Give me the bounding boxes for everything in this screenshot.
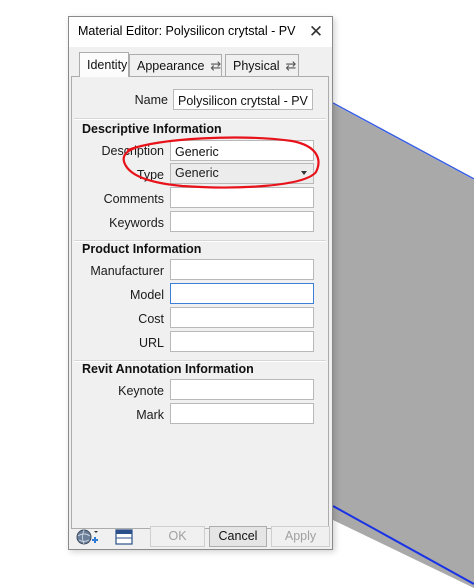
identity-panel: Name Descriptive Information Description… bbox=[71, 76, 329, 529]
tab-identity[interactable]: Identity bbox=[79, 52, 129, 77]
product-section-title: Product Information bbox=[82, 242, 202, 256]
revit-section-title: Revit Annotation Information bbox=[82, 362, 254, 376]
swap-icon: ⇄ bbox=[285, 58, 297, 73]
comments-label: Comments bbox=[103, 192, 164, 206]
panel-layout-icon[interactable] bbox=[115, 527, 133, 547]
url-field[interactable] bbox=[170, 331, 314, 352]
apply-button[interactable]: Apply bbox=[271, 526, 330, 547]
comments-field[interactable] bbox=[170, 187, 314, 208]
tab-appearance[interactable]: Appearance ⇄ bbox=[129, 54, 222, 76]
keynote-field[interactable] bbox=[170, 379, 314, 400]
chevron-down-icon bbox=[301, 171, 307, 175]
close-button[interactable]: ✕ bbox=[300, 17, 332, 47]
manufacturer-field[interactable] bbox=[170, 259, 314, 280]
mark-field[interactable] bbox=[170, 403, 314, 424]
type-label: Type bbox=[136, 168, 164, 182]
model-label: Model bbox=[129, 288, 164, 302]
manufacturer-label: Manufacturer bbox=[90, 264, 164, 278]
solid-box-face bbox=[333, 104, 474, 588]
tab-identity-label: Identity bbox=[87, 58, 128, 72]
tab-appearance-label: Appearance bbox=[137, 59, 205, 73]
divider bbox=[74, 118, 326, 120]
descriptive-section-title: Descriptive Information bbox=[82, 122, 222, 136]
window-title: Material Editor: Polysilicon crytstal - … bbox=[78, 24, 296, 38]
type-dropdown-value: Generic bbox=[175, 166, 219, 180]
name-field[interactable] bbox=[173, 89, 313, 110]
tab-physical[interactable]: Physical ⇄ bbox=[225, 54, 299, 76]
keynote-label: Keynote bbox=[118, 384, 164, 398]
mark-label: Mark bbox=[136, 408, 164, 422]
swap-icon: ⇄ bbox=[210, 58, 222, 73]
url-label: URL bbox=[138, 336, 164, 350]
description-label: Description bbox=[101, 144, 164, 158]
keywords-field[interactable] bbox=[170, 211, 314, 232]
cost-field[interactable] bbox=[170, 307, 314, 328]
material-editor-dialog: Material Editor: Polysilicon crytstal - … bbox=[68, 16, 333, 550]
tab-physical-label: Physical bbox=[233, 59, 280, 73]
cost-label: Cost bbox=[138, 312, 164, 326]
description-field[interactable] bbox=[170, 140, 314, 161]
bottom-bar: OK Cancel Apply bbox=[69, 525, 332, 549]
keywords-label: Keywords bbox=[109, 216, 164, 230]
name-label: Name bbox=[134, 93, 168, 107]
globe-add-icon[interactable] bbox=[75, 527, 101, 547]
cancel-button[interactable]: Cancel bbox=[209, 526, 267, 547]
type-dropdown[interactable]: Generic bbox=[170, 163, 314, 184]
model-field[interactable] bbox=[170, 283, 314, 304]
ok-button[interactable]: OK bbox=[150, 526, 205, 547]
title-bar[interactable]: Material Editor: Polysilicon crytstal - … bbox=[69, 17, 332, 47]
